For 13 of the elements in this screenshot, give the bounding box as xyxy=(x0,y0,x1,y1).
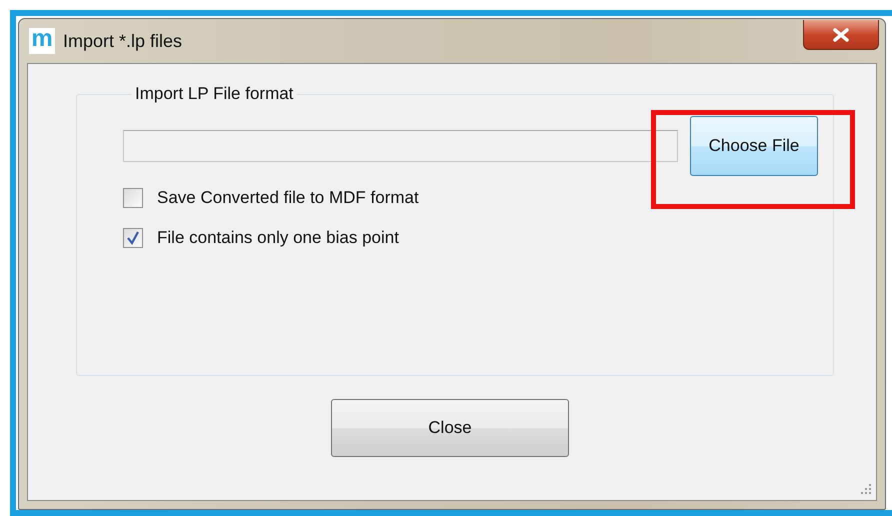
checkbox[interactable] xyxy=(123,188,143,208)
choose-file-button[interactable]: Choose File xyxy=(690,116,818,176)
close-button[interactable]: Close xyxy=(331,399,569,457)
resize-grip-icon xyxy=(860,484,872,496)
checkbox-label: File contains only one bias point xyxy=(157,228,399,248)
app-logo: m xyxy=(29,28,55,54)
close-window-button[interactable] xyxy=(803,20,879,50)
checkbox[interactable] xyxy=(123,228,143,248)
checkbox-label: Save Converted file to MDF format xyxy=(157,188,419,208)
file-path-field[interactable] xyxy=(123,130,678,162)
group-label: Import LP File format xyxy=(134,84,294,104)
window-title: Import *.lp files xyxy=(63,30,182,52)
close-icon xyxy=(832,28,850,42)
